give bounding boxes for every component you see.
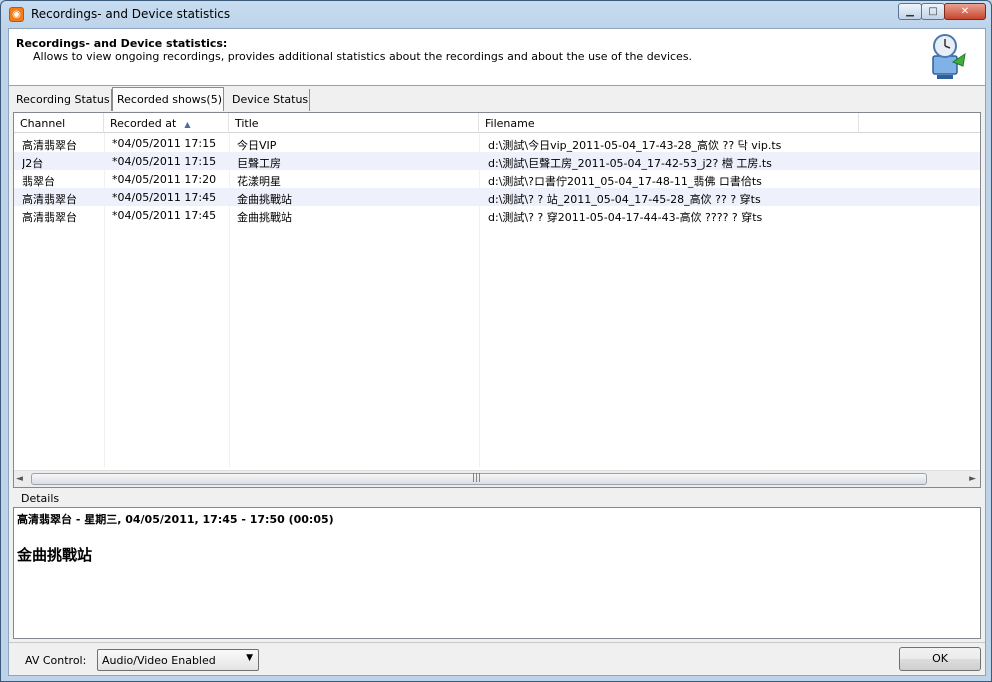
details-schedule: 高清翡翠台 - 星期三, 04/05/2011, 17:45 - 17:50 (… bbox=[17, 513, 334, 526]
cell-channel: 高清翡翠台 bbox=[22, 139, 77, 152]
column-header-channel[interactable]: Channel bbox=[14, 113, 104, 133]
cell-channel: 高清翡翠台 bbox=[22, 193, 77, 206]
cell-recorded-at: *04/05/2011 17:45 bbox=[112, 209, 217, 222]
header-title: Recordings- and Device statistics: bbox=[16, 37, 228, 50]
details-show-title: 金曲挑戰站 bbox=[17, 546, 93, 564]
title-bar[interactable]: ◉ Recordings- and Device statistics ▁ □ … bbox=[1, 1, 991, 28]
table-row[interactable]: 高清翡翠台 *04/05/2011 17:45 金曲挑戰站 d:\測試\? ? … bbox=[14, 206, 980, 224]
scrollbar-thumb[interactable]: ||| bbox=[31, 473, 927, 485]
cell-filename: d:\測試\?ロ書佇2011_05-04_17-48-11_翡佛 ロ書佮ts bbox=[488, 175, 762, 188]
list-header: Channel Recorded at ▲ Title Filename bbox=[14, 113, 980, 133]
cell-recorded-at: *04/05/2011 17:45 bbox=[112, 191, 217, 204]
rss-feed-icon: ◉ bbox=[9, 7, 24, 22]
cell-channel: 高清翡翠台 bbox=[22, 211, 77, 224]
column-header-recorded-at[interactable]: Recorded at ▲ bbox=[104, 113, 229, 133]
maximize-button[interactable]: □ bbox=[921, 3, 945, 20]
column-header-filename[interactable]: Filename bbox=[479, 113, 859, 133]
av-control-label: AV Control: bbox=[25, 654, 87, 667]
cell-recorded-at: *04/05/2011 17:15 bbox=[112, 137, 217, 150]
cell-title: 巨聲工房 bbox=[237, 157, 281, 170]
scroll-left-icon[interactable]: ◄ bbox=[16, 474, 23, 484]
cell-title: 花漾明星 bbox=[237, 175, 281, 188]
bottom-bar: AV Control: Audio/Video Enabled ▼ OK bbox=[9, 642, 985, 675]
grip-icon: ||| bbox=[472, 473, 482, 483]
recordings-window: ◉ Recordings- and Device statistics ▁ □ … bbox=[0, 0, 992, 682]
scroll-right-icon[interactable]: ► bbox=[969, 474, 976, 484]
cell-filename: d:\測試\? ? 穿2011-05-04-17-44-43-高佽 ???? ?… bbox=[488, 211, 763, 224]
recorded-shows-list[interactable]: Channel Recorded at ▲ Title Filename 高清翡翠… bbox=[13, 112, 981, 488]
details-panel[interactable]: 高清翡翠台 - 星期三, 04/05/2011, 17:45 - 17:50 (… bbox=[13, 507, 981, 639]
cell-title: 金曲挑戰站 bbox=[237, 193, 292, 206]
chevron-down-icon: ▼ bbox=[246, 653, 253, 663]
cell-filename: d:\測試\巨聲工房_2011-05-04_17-42-53_j2? 櫿 工房.… bbox=[488, 157, 772, 170]
column-header-title[interactable]: Title bbox=[229, 113, 479, 133]
cell-channel: J2台 bbox=[22, 157, 44, 170]
details-label: Details bbox=[21, 492, 60, 505]
tab-device-status[interactable]: Device Status bbox=[228, 89, 310, 111]
table-row[interactable]: 高清翡翠台 *04/05/2011 17:15 今日VIP d:\測試\今日vi… bbox=[14, 134, 980, 152]
tab-recording-status[interactable]: Recording Status bbox=[12, 89, 112, 111]
minimize-button[interactable]: ▁ bbox=[898, 3, 922, 20]
av-control-select[interactable]: Audio/Video Enabled ▼ bbox=[97, 649, 259, 671]
sort-ascending-icon: ▲ bbox=[184, 120, 191, 129]
cell-recorded-at: *04/05/2011 17:15 bbox=[112, 155, 217, 168]
close-button[interactable]: ✕ bbox=[944, 3, 986, 20]
cell-filename: d:\測試\? ? 站_2011_05-04_17-45-28_高佽 ?? ? … bbox=[488, 193, 761, 206]
horizontal-scrollbar[interactable]: ◄ ||| ► bbox=[14, 470, 980, 487]
client-area: Recordings- and Device statistics: Allow… bbox=[8, 28, 986, 676]
tab-recorded-shows[interactable]: Recorded shows(5) bbox=[112, 87, 224, 111]
table-row[interactable]: J2台 *04/05/2011 17:15 巨聲工房 d:\測試\巨聲工房_20… bbox=[14, 152, 980, 170]
table-row[interactable]: 翡翠台 *04/05/2011 17:20 花漾明星 d:\測試\?ロ書佇201… bbox=[14, 170, 980, 188]
cell-recorded-at: *04/05/2011 17:20 bbox=[112, 173, 217, 186]
cell-title: 金曲挑戰站 bbox=[237, 211, 292, 224]
cell-title: 今日VIP bbox=[237, 139, 277, 152]
window-title: Recordings- and Device statistics bbox=[31, 7, 231, 21]
table-row[interactable]: 高清翡翠台 *04/05/2011 17:45 金曲挑戰站 d:\測試\? ? … bbox=[14, 188, 980, 206]
ok-button[interactable]: OK bbox=[899, 647, 981, 671]
dialog-header: Recordings- and Device statistics: Allow… bbox=[9, 29, 985, 86]
clock-monitor-icon bbox=[932, 34, 966, 79]
cell-filename: d:\測試\今日vip_2011-05-04_17-43-28_高佽 ?? 닥 … bbox=[488, 139, 782, 152]
header-description: Allows to view ongoing recordings, provi… bbox=[33, 50, 693, 63]
cell-channel: 翡翠台 bbox=[22, 175, 55, 188]
